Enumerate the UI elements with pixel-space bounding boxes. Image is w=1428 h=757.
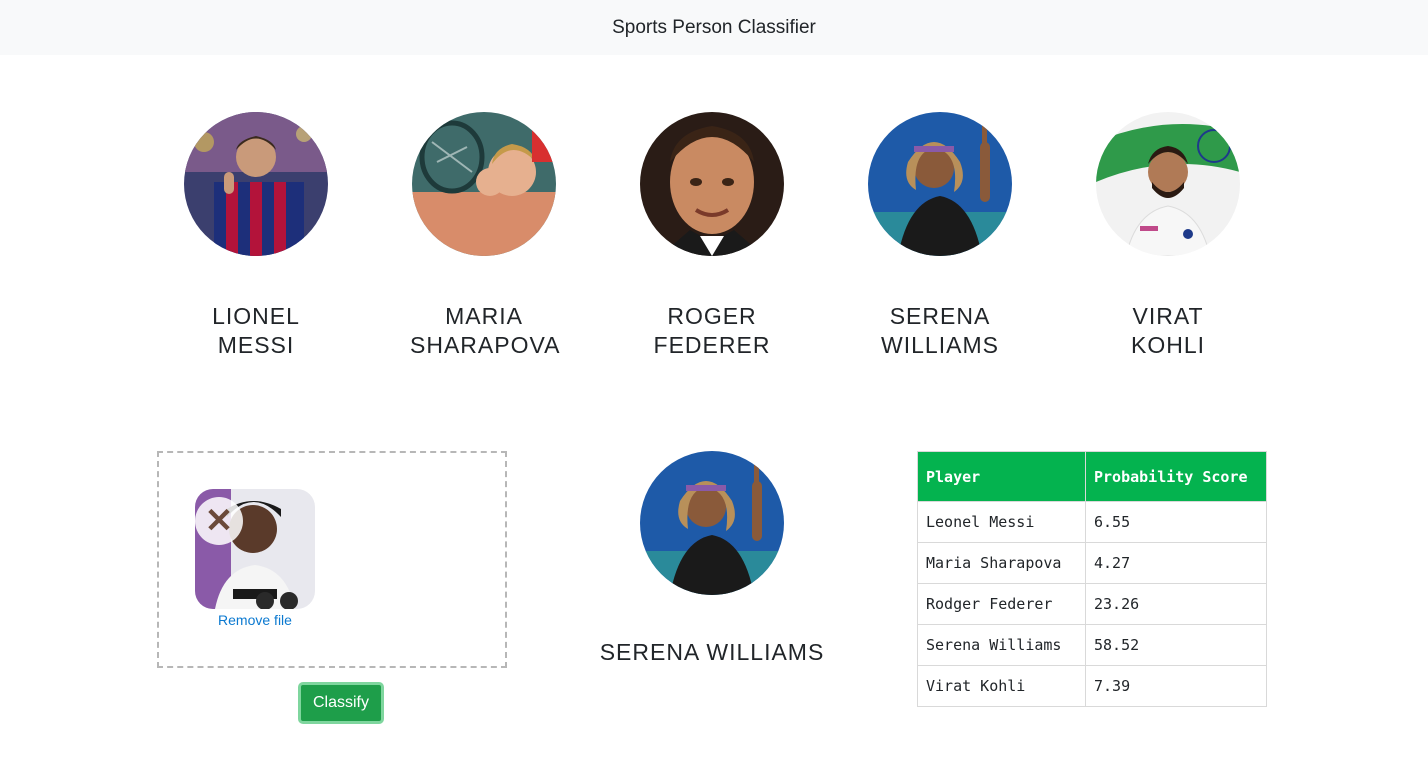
- player-photo-messi: [184, 112, 328, 256]
- column-header-score: Probability Score: [1085, 451, 1267, 502]
- score-cell: 58.52: [1085, 624, 1267, 666]
- player-cell: Rodger Federer: [917, 583, 1086, 625]
- column-header-player: Player: [917, 451, 1086, 502]
- result-player-name: SERENA WILLIAMS: [599, 639, 825, 665]
- result-card: SERENA WILLIAMS: [598, 451, 826, 666]
- player-card-serena: SERENA WILLIAMS: [826, 112, 1054, 360]
- table-row: Rodger Federer 23.26: [917, 583, 1267, 625]
- player-name: MARIA SHARAPOVA: [410, 303, 561, 358]
- table-row: Serena Williams 58.52: [917, 624, 1267, 666]
- player-name: SERENA WILLIAMS: [881, 303, 999, 358]
- navbar: Sports Person Classifier: [0, 0, 1428, 55]
- player-name: ROGER FEDERER: [653, 303, 771, 358]
- score-cell: 7.39: [1085, 665, 1267, 707]
- score-cell: 4.27: [1085, 542, 1267, 584]
- player-card-sharapova: MARIA SHARAPOVA: [370, 112, 598, 360]
- file-dropzone[interactable]: ✕ Remove file: [157, 451, 507, 668]
- player-card-federer: ROGER FEDERER: [598, 112, 826, 360]
- result-photo: [640, 451, 784, 595]
- score-cell: 23.26: [1085, 583, 1267, 625]
- classify-button[interactable]: Classify: [298, 682, 384, 724]
- player-cell: Virat Kohli: [917, 665, 1086, 707]
- player-cell: Serena Williams: [917, 624, 1086, 666]
- player-name: LIONEL MESSI: [212, 303, 300, 358]
- close-icon[interactable]: ✕: [195, 497, 243, 545]
- app-title: Sports Person Classifier: [612, 16, 816, 38]
- player-card-messi: LIONEL MESSI: [142, 112, 370, 360]
- probability-table: Player Probability Score Leonel Messi 6.…: [917, 451, 1267, 707]
- player-photo-serena: [868, 112, 1012, 256]
- player-card-kohli: VIRAT KOHLI: [1054, 112, 1282, 360]
- player-photo-kohli: [1096, 112, 1240, 256]
- player-name: VIRAT KOHLI: [1130, 303, 1206, 358]
- table-row: Maria Sharapova 4.27: [917, 542, 1267, 584]
- player-photo-federer: [640, 112, 784, 256]
- player-photo-sharapova: [412, 112, 556, 256]
- player-cell: Maria Sharapova: [917, 542, 1086, 584]
- remove-file-link[interactable]: Remove file: [195, 612, 315, 628]
- player-cell: Leonel Messi: [917, 501, 1086, 543]
- score-cell: 6.55: [1085, 501, 1267, 543]
- table-row: Virat Kohli 7.39: [917, 665, 1267, 707]
- table-header-row: Player Probability Score: [917, 451, 1267, 502]
- table-row: Leonel Messi 6.55: [917, 501, 1267, 543]
